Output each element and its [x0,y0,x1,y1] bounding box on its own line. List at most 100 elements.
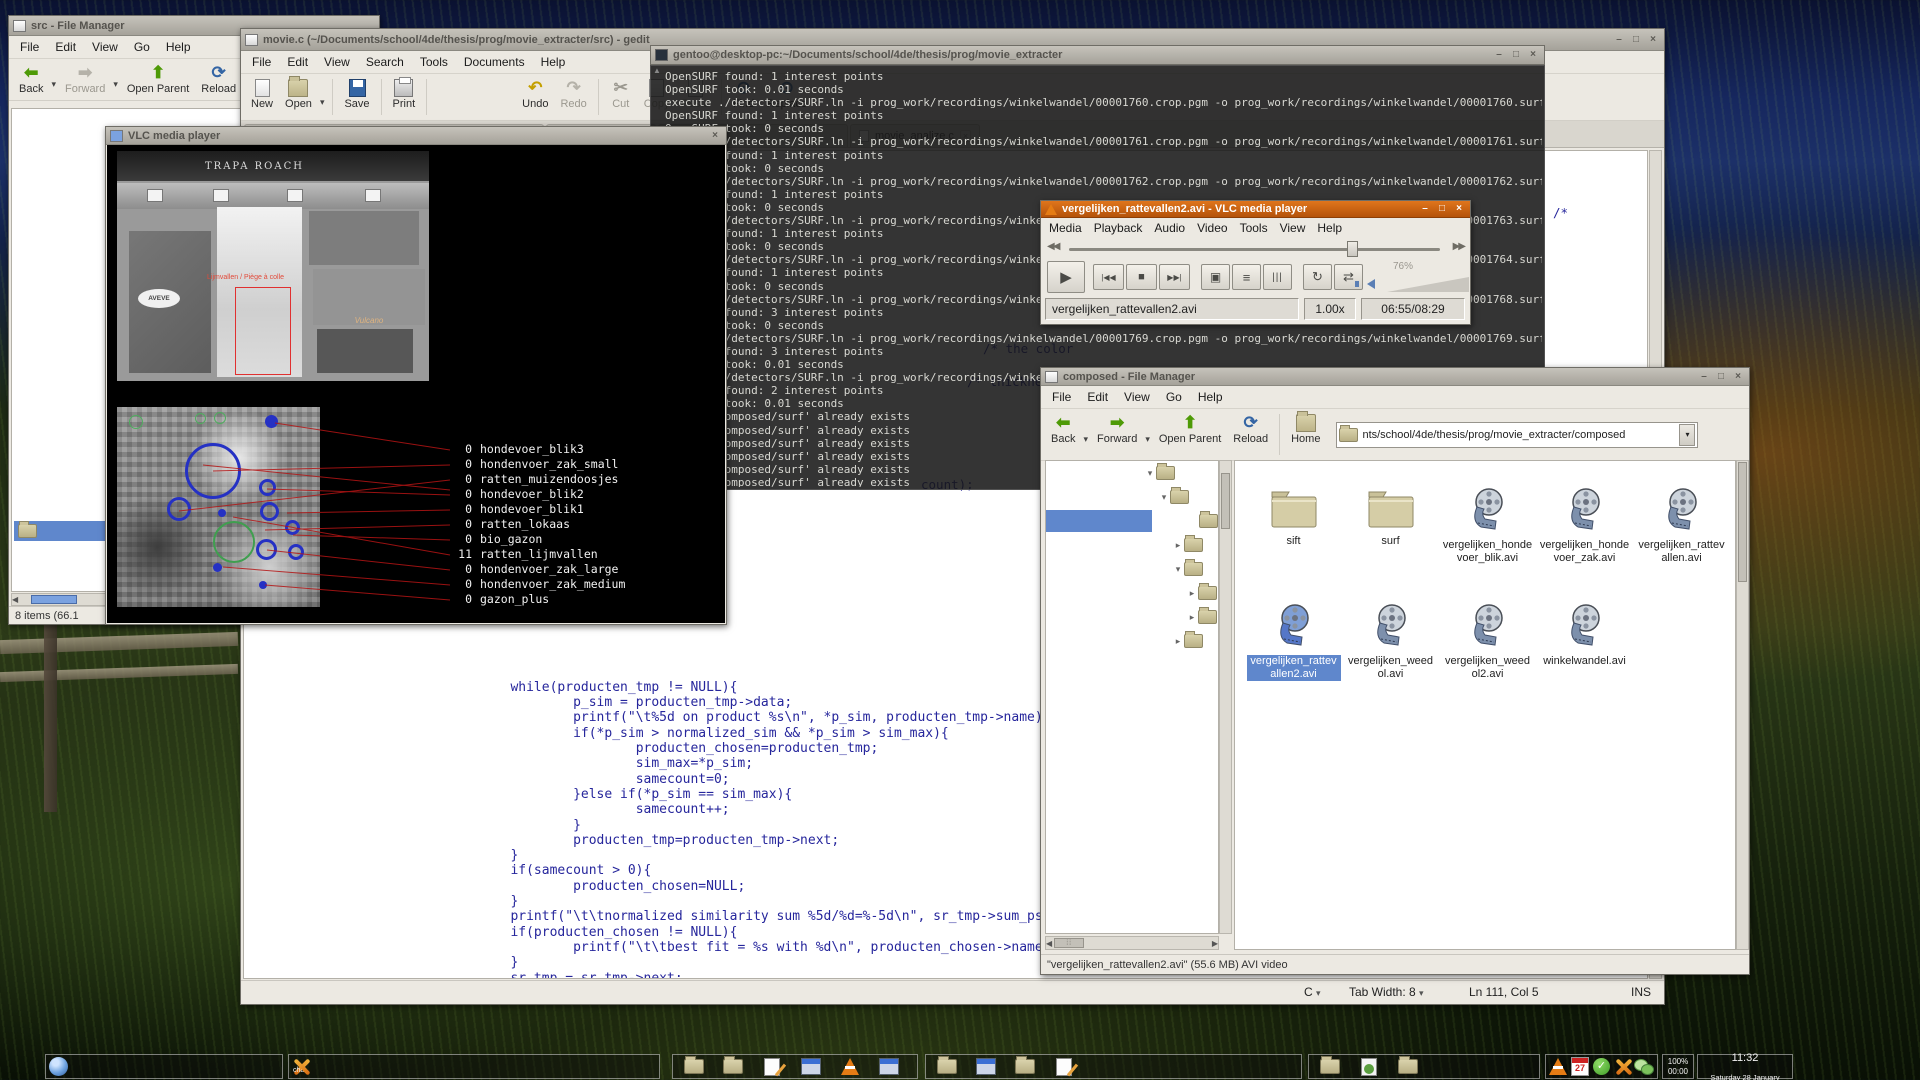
close-button[interactable]: × [1646,33,1660,46]
menu-item[interactable]: Edit [48,38,83,56]
fullscreen-button[interactable]: ▣ [1201,264,1230,290]
minimize-button[interactable]: – [1418,203,1432,216]
undo-button[interactable]: ↶Undo [518,77,552,112]
file-item[interactable]: vergelijken_rattevallen2.avi [1245,603,1342,719]
forward-dropdown[interactable]: ▾ [113,69,119,90]
tree-row[interactable]: ▾ [1046,557,1218,581]
titlebar[interactable]: composed - File Manager – □ × [1041,368,1749,386]
seek-back-icon[interactable]: ◀◀ [1047,241,1058,252]
menu-item[interactable]: Help [1191,388,1230,406]
tab-width-selector[interactable]: Tab Width: 8 ▾ [1349,985,1424,999]
seek-forward-icon[interactable]: ▶▶ [1453,241,1464,252]
open-dropdown[interactable]: ▾ [320,87,326,108]
taskbar-window-button[interactable] [968,1055,1004,1078]
updates-ok-tray-icon[interactable]: ✓ [1593,1058,1610,1075]
menu-item[interactable]: Help [534,53,573,71]
tree-row[interactable]: ▸ [1046,581,1218,605]
open-button[interactable]: Open [281,77,316,112]
play-button[interactable]: ▶ [1047,261,1085,293]
titlebar[interactable]: gentoo@desktop-pc:~/Documents/school/4de… [650,45,1545,65]
menu-item[interactable]: File [1045,388,1078,406]
taskbar-window-button[interactable] [1312,1055,1348,1078]
maximize-button[interactable]: □ [1714,370,1728,383]
back-button[interactable]: ⬅Back [15,62,47,97]
scrollbar-thumb[interactable]: ⁞⁞ [1054,938,1084,948]
expander-icon[interactable]: ▸ [1172,636,1184,647]
close-button[interactable]: × [708,129,722,142]
menu-item[interactable]: Go [1159,388,1189,406]
file-item[interactable]: vergelijken_weedol.avi [1342,603,1439,719]
print-button[interactable]: Print [389,77,420,112]
menu-item[interactable]: File [13,38,46,56]
file-item[interactable]: vergelijken_weedol2.avi [1439,603,1536,719]
tree-row[interactable]: ▾ [1046,485,1218,509]
seek-handle[interactable] [1347,241,1358,257]
menu-item[interactable]: Documents [457,53,532,71]
menu-item[interactable]: Search [359,53,411,71]
new-button[interactable]: New [247,77,277,112]
taskbar-window-button[interactable] [832,1055,868,1078]
reload-button[interactable]: ⟳Reload [197,62,240,97]
minimize-button[interactable]: – [1697,370,1711,383]
playlist-button[interactable]: ≡ [1232,264,1261,290]
forward-button[interactable]: ➡Forward [1093,412,1141,447]
vertical-scrollbar[interactable] [1736,460,1749,950]
menu-item[interactable]: View [1117,388,1157,406]
file-item[interactable]: vergelijken_hondevoer_blik.avi [1439,487,1536,603]
menu-item[interactable]: Help [1311,219,1348,237]
cut-button[interactable]: ✂Cut [606,77,636,112]
forward-button[interactable]: ➡Forward [61,62,109,97]
tree-row[interactable] [1046,509,1218,533]
taskbar-window-button[interactable] [1390,1055,1426,1078]
maximize-button[interactable]: □ [1509,49,1523,62]
taskbar-window-button[interactable] [676,1055,712,1078]
video-canvas[interactable]: TRAPA ROACH AVEVE Vulcano Lijmvallen / P… [107,145,725,623]
file-item[interactable]: winkelwandel.avi [1536,603,1633,719]
close-button[interactable]: × [1452,203,1466,216]
scroll-right-icon[interactable]: ▶ [1212,939,1218,948]
menu-item[interactable]: Tools [413,53,455,71]
scrollbar-thumb[interactable] [1221,473,1230,529]
language-selector[interactable]: C ▾ [1304,985,1321,999]
taskbar-window-button[interactable] [754,1055,790,1078]
stop-button[interactable]: ■ [1126,264,1157,290]
tree-row[interactable]: ▸ [1046,605,1218,629]
reload-button[interactable]: ⟳Reload [1229,412,1272,447]
titlebar[interactable]: VLC media player × [106,127,726,145]
redo-button[interactable]: ↷Redo [556,77,590,112]
expander-icon[interactable]: ▸ [1186,588,1198,599]
menu-item[interactable]: Go [127,38,157,56]
xchat-tray-icon[interactable] [1614,1058,1630,1076]
taskbar-window-button[interactable] [1351,1055,1387,1078]
taskbar-window-button[interactable] [793,1055,829,1078]
minimize-button[interactable]: – [1492,49,1506,62]
sidebar-horizontal-scrollbar[interactable]: ◀⁞⁞▶ [1045,936,1219,950]
calendar-tray-icon[interactable]: 27 [1571,1057,1589,1076]
menu-item[interactable]: Tools [1234,219,1274,237]
next-button[interactable]: ▶▶| [1159,264,1190,290]
sidebar-vertical-scrollbar[interactable] [1219,460,1232,934]
menu-item[interactable]: Playback [1088,219,1149,237]
file-item[interactable]: sift [1245,487,1342,603]
tree-row[interactable]: ▸ [1046,533,1218,557]
scrollbar-thumb[interactable] [1738,462,1747,582]
forward-dropdown[interactable]: ▾ [1145,424,1151,445]
volume-slider[interactable] [1387,277,1469,292]
menu-item[interactable]: Video [1191,219,1233,237]
messenger-tray-icon[interactable] [1634,1059,1652,1074]
taskbar-window-button[interactable] [1046,1055,1082,1078]
file-item[interactable]: vergelijken_hondevoer_zak.avi [1536,487,1633,603]
expander-icon[interactable]: ▸ [1172,540,1184,551]
seek-bar[interactable]: ◀◀ ▶▶ [1041,239,1470,259]
minimize-button[interactable]: – [1612,33,1626,46]
location-dropdown[interactable]: ▾ [1679,424,1695,446]
clock[interactable]: 11:32Saturday 28 January [1697,1054,1793,1079]
previous-button[interactable]: |◀◀ [1093,264,1124,290]
loop-button[interactable]: ↻ [1303,264,1332,290]
taskbar-window-button[interactable] [871,1055,907,1078]
location-bar[interactable]: nts/school/4de/thesis/prog/movie_extract… [1336,422,1698,448]
vlc-tray-icon[interactable] [1549,1058,1567,1075]
file-item[interactable]: vergelijken_rattevallen.avi [1633,487,1730,603]
back-dropdown[interactable]: ▾ [51,69,57,90]
menu-item[interactable]: File [245,53,278,71]
